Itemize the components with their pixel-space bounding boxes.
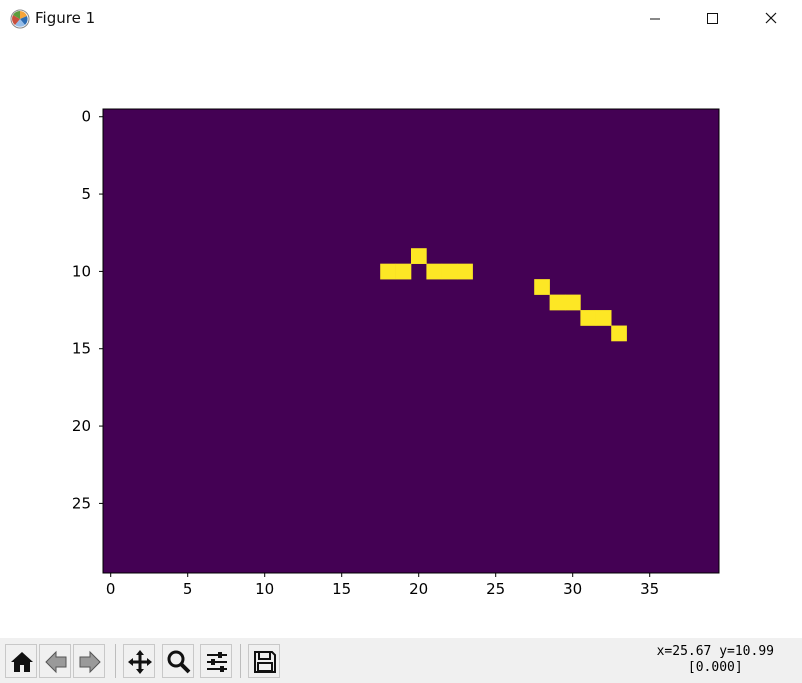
matplotlib-logo-icon	[10, 9, 30, 29]
y-tick-label: 25	[72, 494, 91, 512]
home-icon	[11, 652, 33, 672]
y-tick-label: 15	[72, 340, 91, 358]
floppy-disk-save-icon	[254, 651, 276, 673]
x-tick-label: 0	[106, 580, 116, 598]
heatmap-cell	[580, 310, 597, 326]
figure-window: Figure 1 0 5 10 15 20 25 30 35 0 5 10 15 20 25	[0, 0, 802, 683]
y-tick-label: 20	[72, 417, 91, 435]
x-tick-label: 10	[255, 580, 274, 598]
window-title: Figure 1	[35, 9, 96, 27]
x-tick-label: 35	[640, 580, 659, 598]
heatmap-cell	[411, 248, 427, 264]
x-tick-label: 30	[563, 580, 582, 598]
x-tick-label: 15	[332, 580, 351, 598]
heatmap-cell	[395, 263, 412, 280]
navigation-toolbar: x=25.67 y=10.99 [0.000]	[0, 638, 802, 683]
cursor-pixel-value: [0.000]	[687, 660, 743, 675]
heatmap-cell	[380, 263, 396, 280]
toolbar-separator	[115, 644, 116, 678]
home-button[interactable]	[5, 644, 37, 678]
zoom-magnifier-icon	[167, 650, 191, 674]
maximize-button[interactable]	[689, 0, 735, 38]
heatmap-cell	[595, 310, 612, 326]
heatmap-cell	[534, 279, 550, 295]
forward-button[interactable]	[73, 644, 105, 678]
heatmap-cell	[457, 263, 473, 280]
heatmap-cell	[565, 294, 581, 311]
save-button[interactable]	[248, 644, 280, 678]
back-button[interactable]	[39, 644, 71, 678]
forward-arrow-icon	[79, 650, 101, 674]
back-arrow-icon	[45, 650, 67, 674]
close-icon	[765, 12, 777, 24]
figure-canvas[interactable]: 0 5 10 15 20 25 30 35 0 5 10 15 20 25	[0, 38, 802, 638]
close-button[interactable]	[748, 0, 794, 38]
maximize-icon	[707, 13, 718, 24]
status-readout: x=25.67 y=10.99 [0.000]	[657, 644, 774, 676]
pan-button[interactable]	[123, 644, 155, 678]
y-tick-label: 0	[81, 108, 91, 126]
x-tick-label: 25	[486, 580, 505, 598]
minimize-button[interactable]	[632, 0, 678, 38]
zoom-button[interactable]	[162, 644, 194, 678]
heatmap-cell	[441, 263, 458, 280]
x-tick-label: 20	[409, 580, 428, 598]
configure-subplots-button[interactable]	[200, 644, 232, 678]
heatmap-cell	[426, 263, 443, 280]
y-tick-label: 10	[72, 262, 91, 280]
sliders-icon	[207, 652, 227, 672]
heatmap-cell	[549, 294, 566, 311]
title-bar: Figure 1	[0, 0, 802, 38]
cursor-coordinates: x=25.67 y=10.99	[656, 644, 774, 659]
heatmap-cell	[611, 325, 627, 342]
heatmap-plot[interactable]: 0 5 10 15 20 25 30 35 0 5 10 15 20 25	[0, 38, 802, 638]
toolbar-separator	[240, 644, 241, 678]
minimize-icon	[650, 18, 660, 20]
x-tick-label: 5	[183, 580, 193, 598]
y-tick-label: 5	[81, 185, 91, 203]
pan-move-icon	[128, 650, 152, 674]
